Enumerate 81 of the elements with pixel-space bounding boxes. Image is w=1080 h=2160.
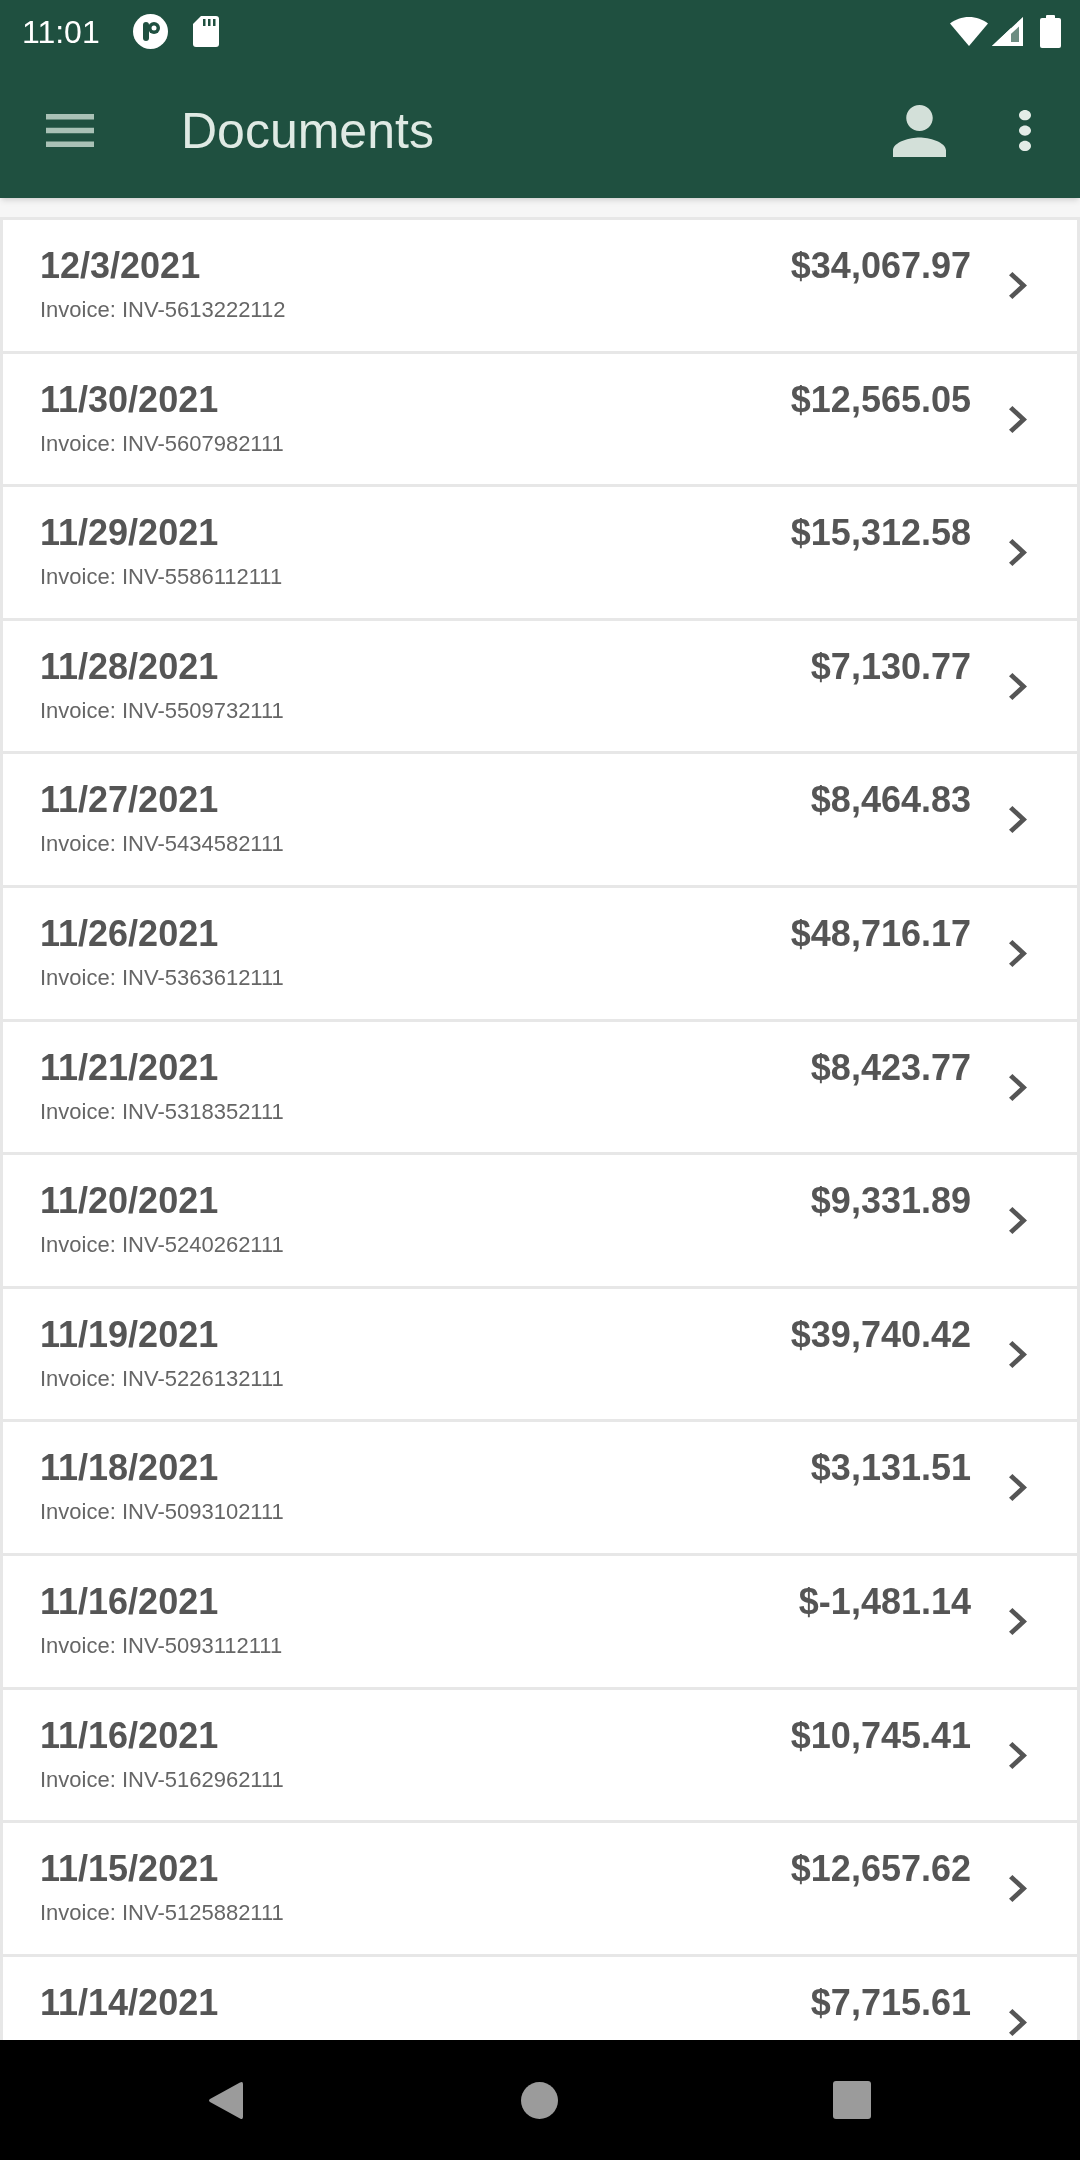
battery-icon	[1040, 15, 1061, 48]
document-date: 11/28/2021	[40, 646, 219, 687]
chevron-right-icon	[1009, 1207, 1027, 1235]
document-date: 11/29/2021	[40, 513, 219, 554]
document-date: 11/26/2021	[40, 913, 219, 954]
document-date: 11/21/2021	[40, 1047, 219, 1088]
document-row[interactable]: 11/29/2021 Invoice: INV-5586112111 $15,312.58	[3, 487, 1077, 618]
invoice-number: Invoice: INV-5093102111	[40, 1499, 284, 1526]
document-row[interactable]: 11/21/2021 Invoice: INV-5318352111 $8,423.77	[3, 1021, 1077, 1153]
invoice-number: Invoice: INV-5607982111	[40, 430, 284, 457]
document-date: 11/16/2021	[40, 1715, 219, 1756]
chevron-right-icon	[1009, 806, 1027, 834]
document-row[interactable]: 11/28/2021 Invoice: INV-5509732111 $7,130.77	[3, 620, 1077, 752]
app-notification-icon	[132, 14, 168, 49]
chevron-right-icon	[1009, 939, 1027, 967]
document-date: 11/20/2021	[40, 1181, 219, 1222]
invoice-number: Invoice: INV-5125882111	[40, 1900, 284, 1927]
chevron-right-icon	[1009, 1607, 1027, 1635]
back-icon[interactable]	[208, 2080, 243, 2120]
wifi-icon	[950, 17, 988, 46]
menu-icon[interactable]	[46, 114, 94, 147]
invoice-number: Invoice: INV-5226132111	[40, 1365, 284, 1392]
document-row[interactable]: 12/3/2021 Invoice: INV-5613222112 $34,067.97	[3, 220, 1077, 351]
document-amount: $9,331.89	[810, 1181, 971, 1222]
invoice-number: Invoice: INV-5240262111	[40, 1232, 284, 1259]
chevron-right-icon	[1009, 1073, 1027, 1101]
document-amount: $8,464.83	[810, 780, 971, 821]
document-amount: $34,067.97	[790, 246, 971, 286]
document-row[interactable]: 11/18/2021 Invoice: INV-5093102111 $3,131.51	[3, 1422, 1077, 1553]
document-row[interactable]: 11/30/2021 Invoice: INV-5607982111 $12,565.05	[3, 353, 1077, 485]
document-amount: $-1,481.14	[798, 1581, 971, 1622]
invoice-number: Invoice: INV-5586112111	[40, 564, 283, 591]
invoice-number: Invoice: INV-5434582111	[40, 831, 284, 858]
document-date: 12/3/2021	[40, 246, 201, 286]
chevron-right-icon	[1009, 1340, 1027, 1368]
sd-card-icon	[192, 16, 219, 47]
document-date: 11/30/2021	[40, 379, 219, 420]
chevron-right-icon	[1009, 272, 1027, 299]
document-row[interactable]: 11/15/2021 Invoice: INV-5125882111 $12,657.62	[3, 1823, 1077, 1954]
document-amount: $12,565.05	[790, 379, 971, 420]
signal-icon	[992, 17, 1023, 46]
chevron-right-icon	[1009, 1474, 1027, 1502]
invoice-number: Invoice: INV-5613222112	[40, 297, 286, 323]
invoice-number: Invoice: INV-5318352111	[40, 1098, 284, 1125]
invoice-number: Invoice: INV-5363612111	[40, 964, 284, 991]
document-amount: $12,657.62	[790, 1849, 971, 1890]
home-icon[interactable]	[521, 2081, 558, 2119]
document-date: 11/15/2021	[40, 1849, 219, 1890]
document-amount: $3,131.51	[810, 1448, 971, 1489]
chevron-right-icon	[1009, 1875, 1027, 1903]
chevron-right-icon	[1009, 2008, 1027, 2036]
document-row[interactable]: 11/16/2021 Invoice: INV-5093112111 $-1,481.14	[3, 1555, 1077, 1687]
document-amount: $39,740.42	[790, 1314, 971, 1355]
document-amount: $48,716.17	[790, 913, 971, 954]
more-icon[interactable]	[1019, 110, 1031, 151]
invoice-number: Invoice: INV-5509732111	[40, 697, 284, 724]
chevron-right-icon	[1009, 672, 1027, 700]
document-amount: $15,312.58	[790, 513, 971, 554]
status-time: 11:01	[22, 13, 100, 50]
document-amount: $8,423.77	[810, 1047, 971, 1088]
document-date: 11/16/2021	[40, 1581, 219, 1622]
document-amount: $7,130.77	[810, 646, 971, 687]
document-row[interactable]: 11/14/2021 $7,715.61	[3, 1956, 1077, 2040]
document-row[interactable]: 11/16/2021 Invoice: INV-5162962111 $10,745.41	[3, 1689, 1077, 1821]
document-date: 11/27/2021	[40, 780, 219, 821]
chevron-right-icon	[1009, 1741, 1027, 1769]
document-date: 11/14/2021	[40, 1982, 219, 2023]
account-icon[interactable]	[893, 104, 946, 157]
chevron-right-icon	[1009, 405, 1027, 433]
invoice-number: Invoice: INV-5093112111	[40, 1632, 283, 1659]
screen-title: Documents	[181, 101, 434, 160]
document-amount: $7,715.61	[810, 1982, 971, 2023]
invoice-number: Invoice: INV-5162962111	[40, 1766, 284, 1793]
document-row[interactable]: 11/27/2021 Invoice: INV-5434582111 $8,464.83	[3, 754, 1077, 885]
chevron-right-icon	[1009, 539, 1027, 567]
document-row[interactable]: 11/26/2021 Invoice: INV-5363612111 $48,716.17	[3, 887, 1077, 1019]
document-amount: $10,745.41	[790, 1715, 971, 1756]
document-row[interactable]: 11/20/2021 Invoice: INV-5240262111 $9,331.89	[3, 1155, 1077, 1286]
document-date: 11/19/2021	[40, 1314, 219, 1355]
document-row[interactable]: 11/19/2021 Invoice: INV-5226132111 $39,740.42	[3, 1288, 1077, 1420]
document-date: 11/18/2021	[40, 1448, 219, 1489]
